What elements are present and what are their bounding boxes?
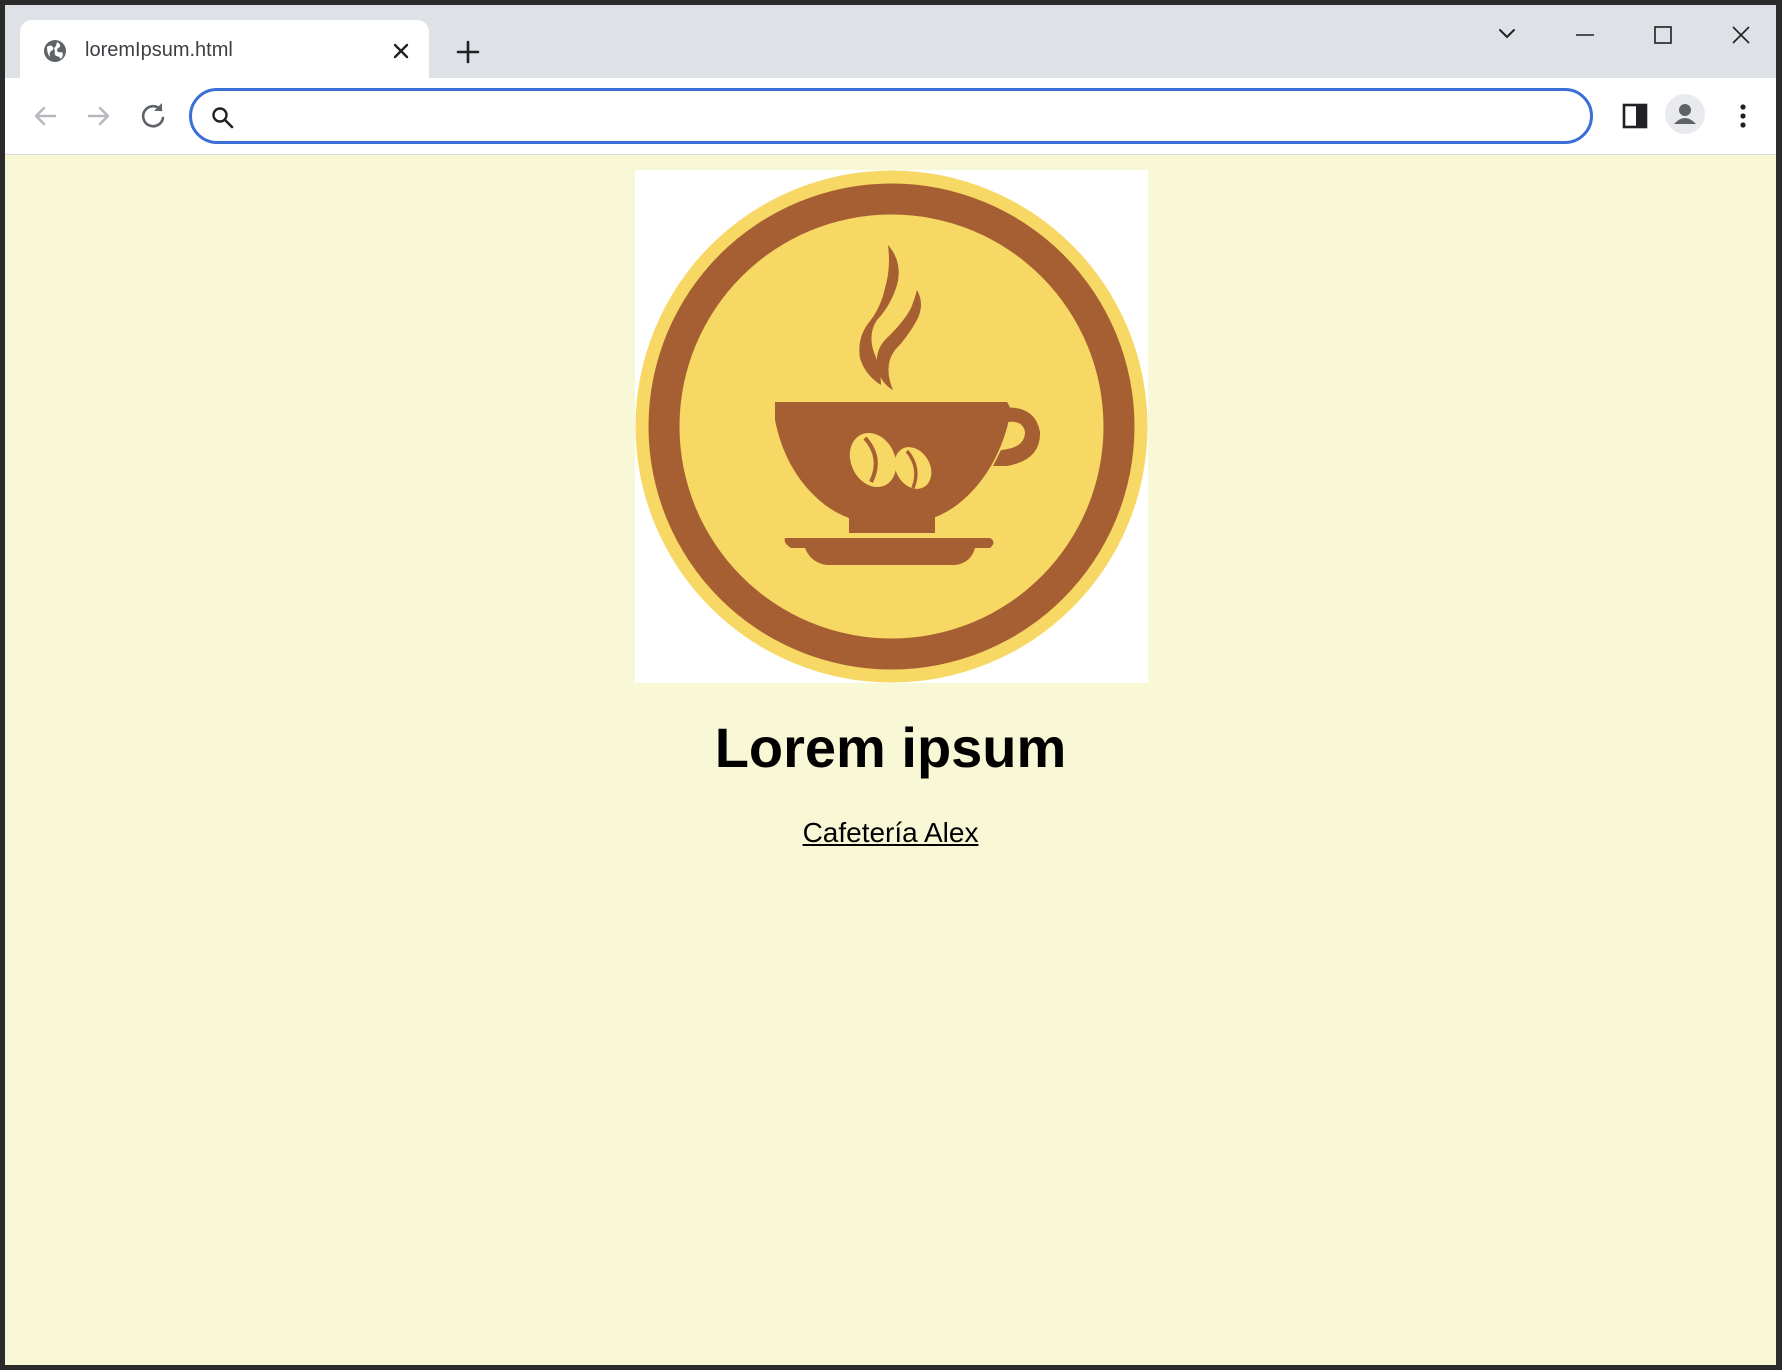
reload-icon[interactable]	[135, 98, 171, 134]
cafeteria-link[interactable]: Cafetería Alex	[803, 817, 979, 848]
globe-icon	[42, 38, 68, 64]
address-bar[interactable]	[189, 88, 1593, 144]
side-panel-icon[interactable]	[1617, 98, 1653, 134]
arrow-right-icon[interactable]	[81, 98, 117, 134]
coffee-cup-logo	[635, 170, 1148, 683]
plus-icon[interactable]	[453, 37, 483, 67]
address-input[interactable]	[248, 99, 1572, 135]
search-icon	[210, 105, 236, 131]
tab-active[interactable]: loremIpsum.html	[20, 20, 429, 78]
page-title: Lorem ipsum	[714, 716, 1067, 779]
chevron-down-icon[interactable]	[1487, 19, 1527, 51]
page-content: Lorem ipsum Cafetería Alex	[5, 155, 1776, 1365]
browser-window: loremIpsum.html Lorem ipsum Cafetería Al…	[5, 5, 1776, 1365]
arrow-left-icon[interactable]	[27, 98, 63, 134]
toolbar	[5, 78, 1776, 155]
close-window-icon[interactable]	[1721, 19, 1761, 51]
minimize-icon[interactable]	[1565, 19, 1605, 51]
maximize-icon[interactable]	[1643, 19, 1683, 51]
link-container: Cafetería Alex	[5, 817, 1776, 849]
tab-strip: loremIpsum.html	[5, 5, 1776, 78]
kebab-menu-icon[interactable]	[1725, 98, 1761, 134]
tab-title: loremIpsum.html	[85, 39, 233, 61]
close-icon[interactable]	[390, 40, 412, 62]
profile-icon[interactable]	[1665, 94, 1705, 134]
